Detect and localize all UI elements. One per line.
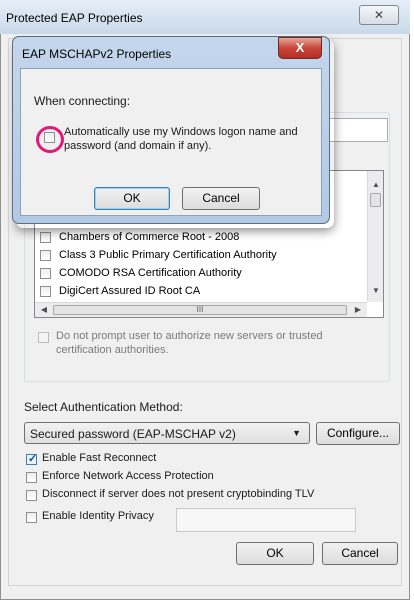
horizontal-scrollbar[interactable]: ◀ III ▶ bbox=[35, 302, 367, 317]
cert-checkbox[interactable] bbox=[40, 268, 51, 279]
scroll-left-icon[interactable]: ◀ bbox=[36, 302, 52, 318]
cert-label: COMODO RSA Certification Authority bbox=[59, 267, 242, 279]
outer-cancel-button[interactable]: Cancel bbox=[322, 542, 398, 565]
dont-prompt-label-line2: certification authorities. bbox=[56, 344, 169, 356]
highlight-circle bbox=[36, 126, 64, 153]
auto-logon-label-line1: Automatically use my Windows logon name … bbox=[64, 126, 298, 138]
identity-privacy-label: Enable Identity Privacy bbox=[42, 510, 154, 522]
inner-dialog-title: EAP MSCHAPv2 Properties bbox=[22, 47, 172, 61]
identity-privacy-field[interactable] bbox=[176, 508, 356, 532]
cert-label: DigiCert Assured ID Root CA bbox=[59, 285, 201, 297]
vertical-scroll-thumb[interactable] bbox=[370, 193, 381, 207]
configure-button[interactable]: Configure... bbox=[316, 422, 400, 445]
auth-method-select[interactable]: Secured password (EAP-MSCHAP v2) ▼ bbox=[24, 422, 310, 444]
inner-ok-button[interactable]: OK bbox=[94, 187, 170, 210]
cert-label: Class 3 Public Primary Certification Aut… bbox=[59, 249, 277, 261]
scroll-down-icon[interactable]: ▼ bbox=[368, 283, 384, 299]
close-icon: ✕ bbox=[373, 8, 385, 22]
auth-method-value: Secured password (EAP-MSCHAP v2) bbox=[30, 427, 236, 441]
nap-checkbox[interactable] bbox=[26, 472, 37, 483]
inner-cancel-button[interactable]: Cancel bbox=[182, 187, 260, 210]
fast-reconnect-label: Enable Fast Reconnect bbox=[42, 452, 157, 464]
cert-checkbox[interactable] bbox=[40, 250, 51, 261]
auth-method-label: Select Authentication Method: bbox=[24, 400, 183, 414]
close-icon: X bbox=[295, 40, 305, 55]
when-connecting-label: When connecting: bbox=[34, 94, 131, 108]
dont-prompt-checkbox[interactable] bbox=[38, 332, 49, 343]
cert-checkbox[interactable] bbox=[40, 286, 51, 297]
inner-close-button[interactable]: X bbox=[278, 37, 322, 59]
cryptobinding-checkbox[interactable] bbox=[26, 490, 37, 501]
cryptobinding-label: Disconnect if server does not present cr… bbox=[42, 488, 315, 500]
scroll-right-icon[interactable]: ▶ bbox=[350, 302, 366, 318]
chevron-down-icon: ▼ bbox=[292, 428, 301, 438]
auto-logon-label-line2: password (and domain if any). bbox=[64, 140, 212, 152]
outer-ok-button[interactable]: OK bbox=[236, 542, 314, 565]
outer-close-button[interactable]: ✕ bbox=[359, 5, 399, 25]
fast-reconnect-checkbox[interactable] bbox=[26, 452, 37, 465]
scroll-up-icon[interactable]: ▲ bbox=[368, 177, 384, 193]
outer-dialog-title: Protected EAP Properties bbox=[6, 11, 143, 25]
identity-privacy-checkbox[interactable] bbox=[26, 512, 37, 523]
vertical-scrollbar[interactable]: ▲ ▼ bbox=[367, 171, 383, 302]
cert-checkbox[interactable] bbox=[40, 232, 51, 243]
nap-label: Enforce Network Access Protection bbox=[42, 470, 214, 482]
dont-prompt-label-line1: Do not prompt user to authorize new serv… bbox=[56, 330, 323, 342]
cert-label: Chambers of Commerce Root - 2008 bbox=[59, 231, 240, 243]
horizontal-scroll-thumb[interactable]: III bbox=[53, 305, 347, 315]
